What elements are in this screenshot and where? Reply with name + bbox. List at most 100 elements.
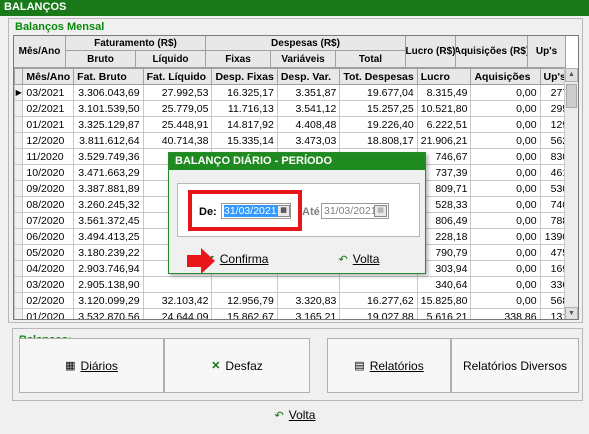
cell-value[interactable]: 3.165,21 [276,308,341,319]
cell-value[interactable]: 3.532.870,56 [73,308,144,319]
desfaz-button[interactable]: ✕ Desfaz [164,338,310,393]
cell-value[interactable]: 3.351,87 [276,84,341,101]
cell-value[interactable]: 3.101.539,50 [73,100,144,117]
cell-value[interactable]: 3.306.043,69 [73,84,144,101]
cell-value[interactable]: 10.521,80 [416,100,472,117]
cell-value[interactable]: 0,00 [470,292,541,309]
cell-date[interactable]: 05/2020 [22,244,75,261]
cell-value[interactable]: 3.494.413,25 [73,228,144,245]
cell-value[interactable]: 14.817,92 [211,116,278,133]
cell-value[interactable]: 5.616,21 [416,308,472,319]
cell-value[interactable]: 0,00 [470,276,541,293]
cell-value[interactable]: 0,00 [470,260,541,277]
cell-date[interactable]: 07/2020 [22,212,75,229]
col-header[interactable]: Fat. Bruto [73,68,144,85]
cell-value[interactable]: 0,00 [470,164,541,181]
cell-value[interactable]: 0,00 [470,228,541,245]
cell-value[interactable]: 16.277,62 [339,292,418,309]
cell-date[interactable]: 03/2020 [22,276,75,293]
table-row[interactable]: 12/2020 3.811.612,64 40.714,38 15.335,14 3.4… [14,132,578,149]
cell-date[interactable]: 02/2021 [22,100,75,117]
cell-date[interactable]: 01/2020 [22,308,75,319]
cell-date[interactable]: 10/2020 [22,164,75,181]
cell-value[interactable]: 3.541,12 [276,100,341,117]
cell-date[interactable]: 03/2021 [22,84,75,101]
cell-value[interactable] [339,276,418,293]
cell-value[interactable]: 8.315,49 [416,84,472,101]
cell-value[interactable]: 16.325,17 [211,84,278,101]
col-header[interactable]: Desp. Var. [276,68,341,85]
cell-date[interactable]: 01/2021 [22,116,75,133]
cell-value[interactable]: 15.825,80 [416,292,472,309]
cell-value[interactable]: 3.471.663,29 [73,164,144,181]
cell-value[interactable]: 40.714,38 [142,132,213,149]
cell-value[interactable]: 18.808,17 [339,132,418,149]
cell-value[interactable]: 3.325.129,87 [73,116,144,133]
cell-value[interactable]: 0,00 [470,132,541,149]
cell-value[interactable]: 11.716,13 [211,100,278,117]
col-header[interactable]: Desp. Fixas [211,68,278,85]
cell-value[interactable]: 0,00 [470,196,541,213]
cell-value[interactable]: 25.779,05 [142,100,213,117]
cell-value[interactable]: 3.387.881,89 [73,180,144,197]
table-row[interactable]: 01/2020 3.532.870,56 24.644,09 15.862,67 3.1… [14,308,578,319]
cell-date[interactable]: 06/2020 [22,228,75,245]
cell-value[interactable]: 0,00 [470,116,541,133]
cell-value[interactable]: 3.811.612,64 [73,132,144,149]
scroll-up-icon[interactable]: ▲ [565,68,578,82]
table-row[interactable]: 03/2020 2.905.138,90 340,64 0,00 3369 [14,276,578,293]
cell-value[interactable]: 3.180.239,22 [73,244,144,261]
cell-value[interactable]: 3.320,83 [276,292,341,309]
cell-date[interactable]: 08/2020 [22,196,75,213]
col-header[interactable]: Lucro [416,68,472,85]
cell-value[interactable]: 19.677,04 [339,84,418,101]
cell-value[interactable]: 0,00 [470,212,541,229]
cell-value[interactable]: 340,64 [416,276,472,293]
table-row[interactable]: 02/2020 3.120.099,29 32.103,42 12.956,79 3.3… [14,292,578,309]
cell-date[interactable]: 02/2020 [22,292,75,309]
vertical-scrollbar[interactable]: ▲ ▼ [564,68,578,319]
cell-value[interactable]: 24.644,09 [142,308,213,319]
col-header[interactable]: Fat. Líquido [142,68,213,85]
col-header[interactable]: Mês/Ano [22,68,75,85]
cell-value[interactable]: 19.226,40 [339,116,418,133]
cell-value[interactable]: 15.335,14 [211,132,278,149]
cell-value[interactable]: 0,00 [470,148,541,165]
ate-calendar-icon[interactable]: ▦ [374,205,387,217]
table-row[interactable]: 01/2021 3.325.129,87 25.448,91 14.817,92 4.4… [14,116,578,133]
cell-value[interactable]: 27.992,53 [142,84,213,101]
cell-value[interactable]: 12.956,79 [211,292,278,309]
cell-value[interactable]: 338,86 [470,308,541,319]
cell-value[interactable]: 4.408,48 [276,116,341,133]
table-row[interactable]: ▶ 03/2021 3.306.043,69 27.992,53 16.325,17 3.… [14,84,578,101]
cell-date[interactable]: 04/2020 [22,260,75,277]
cell-value[interactable]: 32.103,42 [142,292,213,309]
cell-value[interactable]: 2.905.138,90 [73,276,144,293]
col-header[interactable]: Tot. Despesas [339,68,418,85]
cell-value[interactable]: 3.260.245,32 [73,196,144,213]
cell-value[interactable]: 0,00 [470,180,541,197]
cell-value[interactable]: 19.027,88 [339,308,418,319]
cell-date[interactable]: 09/2020 [22,180,75,197]
cell-value[interactable] [142,276,213,293]
cell-value[interactable]: 0,00 [470,100,541,117]
cell-value[interactable]: 0,00 [470,84,541,101]
diarios-button[interactable]: ▦ Diários [19,338,164,393]
cell-value[interactable] [276,276,341,293]
cell-date[interactable]: 11/2020 [22,148,75,165]
dialog-volta-button[interactable]: ↶ Volta [299,248,419,270]
table-row[interactable]: 02/2021 3.101.539,50 25.779,05 11.716,13 3.5… [14,100,578,117]
cell-value[interactable]: 6.222,51 [416,116,472,133]
cell-value[interactable] [211,276,278,293]
cell-value[interactable]: 3.561.372,45 [73,212,144,229]
cell-value[interactable]: 25.448,91 [142,116,213,133]
scroll-thumb[interactable] [566,84,577,108]
volta-button[interactable]: ↶ Volta [236,404,354,426]
col-header[interactable]: Aquisições [470,68,541,85]
cell-value[interactable]: 21.906,21 [416,132,472,149]
cell-value[interactable]: 15.862,67 [211,308,278,319]
cell-date[interactable]: 12/2020 [22,132,75,149]
cell-value[interactable]: 2.903.746,94 [73,260,144,277]
cell-value[interactable]: 3.473,03 [276,132,341,149]
cell-value[interactable]: 3.120.099,29 [73,292,144,309]
